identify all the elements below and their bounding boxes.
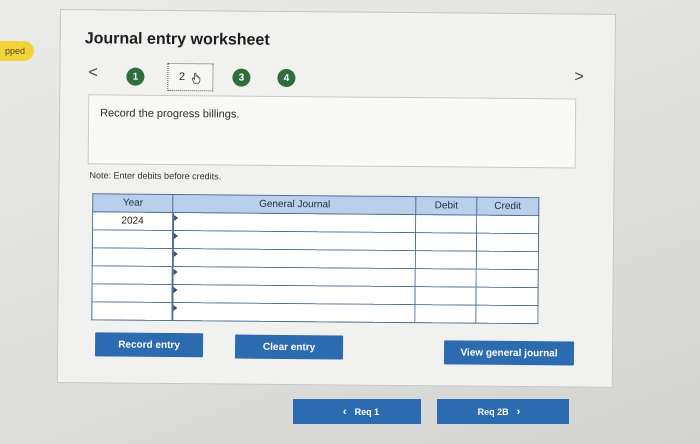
chevron-right-icon: › [516, 405, 521, 418]
prev-step-icon[interactable]: < [88, 64, 97, 82]
debit-cell[interactable] [415, 304, 476, 324]
year-cell[interactable] [92, 229, 173, 249]
debit-cell[interactable] [415, 232, 477, 252]
instruction-box: Record the progress billings. [87, 94, 577, 169]
step-1-button[interactable]: 1 [126, 67, 145, 86]
next-requirement-button[interactable]: Req 2B › [437, 399, 569, 424]
hand-cursor-icon [191, 72, 200, 84]
credit-cell[interactable] [475, 251, 539, 270]
view-general-journal-button[interactable]: View general journal [443, 340, 575, 366]
year-cell[interactable] [91, 283, 173, 303]
year-cell[interactable] [92, 265, 173, 285]
account-cell[interactable] [172, 302, 416, 323]
record-entry-button[interactable]: Record entry [94, 332, 204, 358]
account-cell[interactable] [172, 248, 416, 269]
step-2-label: 2 [178, 71, 186, 84]
table-row [91, 301, 538, 324]
clear-entry-button[interactable]: Clear entry [234, 334, 344, 360]
header-credit: Credit [476, 197, 539, 216]
step-4-label: 4 [283, 72, 290, 84]
credit-cell[interactable] [475, 305, 538, 324]
account-cell[interactable] [172, 212, 417, 233]
debit-cell[interactable] [415, 250, 477, 270]
step-3-button[interactable]: 3 [232, 68, 251, 87]
step-3-label: 3 [238, 72, 245, 84]
note-text: Note: Enter debits before credits. [89, 170, 222, 182]
year-cell[interactable] [91, 301, 173, 321]
step-4-button[interactable]: 4 [277, 68, 296, 88]
prev-requirement-button[interactable]: ‹ Req 1 [293, 399, 421, 424]
header-debit: Debit [416, 196, 477, 216]
step-2-button[interactable]: 2 [167, 62, 214, 92]
instruction-text: Record the progress billings. [100, 107, 240, 121]
next-requirement-label: Req 2B [477, 406, 509, 417]
next-step-icon[interactable]: > [574, 68, 583, 86]
journal-worksheet-panel: Journal entry worksheet < 1 2 3 4 > Reco… [56, 9, 616, 388]
account-cell[interactable] [172, 284, 416, 305]
chevron-left-icon: ‹ [342, 405, 347, 418]
page-title: Journal entry worksheet [84, 30, 270, 49]
header-general-journal: General Journal [173, 194, 417, 215]
credit-cell[interactable] [476, 233, 539, 252]
year-cell[interactable]: 2024 [92, 211, 174, 231]
journal-table: Year General Journal Debit Credit 2024 [91, 193, 540, 325]
prev-requirement-label: Req 1 [354, 406, 380, 417]
debit-cell[interactable] [415, 214, 477, 234]
credit-cell[interactable] [475, 287, 539, 306]
left-side-tab[interactable]: pped [0, 41, 34, 61]
year-cell[interactable] [92, 247, 173, 267]
account-cell[interactable] [172, 266, 416, 287]
credit-cell[interactable] [475, 269, 539, 288]
account-cell[interactable] [172, 230, 416, 251]
left-tab-label: pped [4, 46, 25, 56]
credit-cell[interactable] [476, 215, 539, 234]
debit-cell[interactable] [415, 286, 476, 306]
header-year: Year [92, 193, 174, 213]
debit-cell[interactable] [415, 268, 476, 288]
step-1-label: 1 [132, 71, 139, 83]
